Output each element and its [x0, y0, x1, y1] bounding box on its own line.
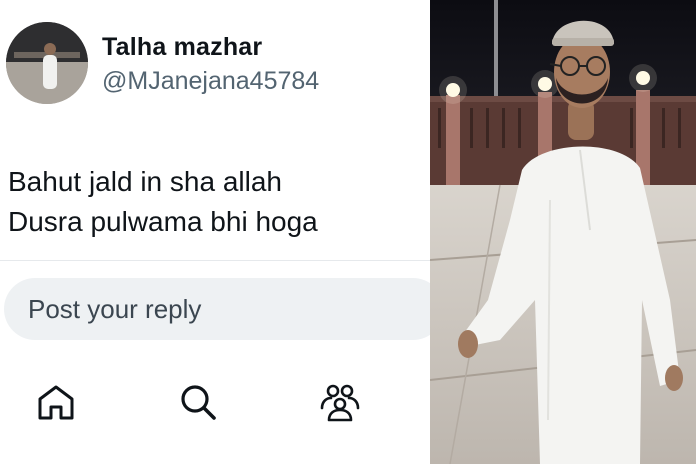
- user-handle[interactable]: @MJanejana45784: [102, 67, 319, 96]
- profile-avatar[interactable]: [6, 22, 88, 104]
- person-photo: [430, 0, 696, 464]
- avatar-image: [6, 22, 88, 104]
- tweet-text-line: Bahut jald in sha allah: [8, 166, 282, 197]
- tweet-screenshot-panel: Talha mazhar @MJanejana45784 Bahut jald …: [0, 0, 430, 464]
- tweet-text: Bahut jald in sha allah Dusra pulwama bh…: [8, 162, 318, 242]
- search-icon[interactable]: [178, 382, 218, 422]
- reply-placeholder: Post your reply: [28, 294, 202, 324]
- reply-input[interactable]: Post your reply: [4, 278, 430, 340]
- home-icon[interactable]: [36, 382, 76, 422]
- divider: [0, 260, 430, 261]
- tweet-text-line: Dusra pulwama bhi hoga: [8, 206, 318, 237]
- communities-icon[interactable]: [320, 382, 360, 422]
- display-name[interactable]: Talha mazhar: [102, 33, 262, 62]
- photo-illustration: [430, 0, 696, 464]
